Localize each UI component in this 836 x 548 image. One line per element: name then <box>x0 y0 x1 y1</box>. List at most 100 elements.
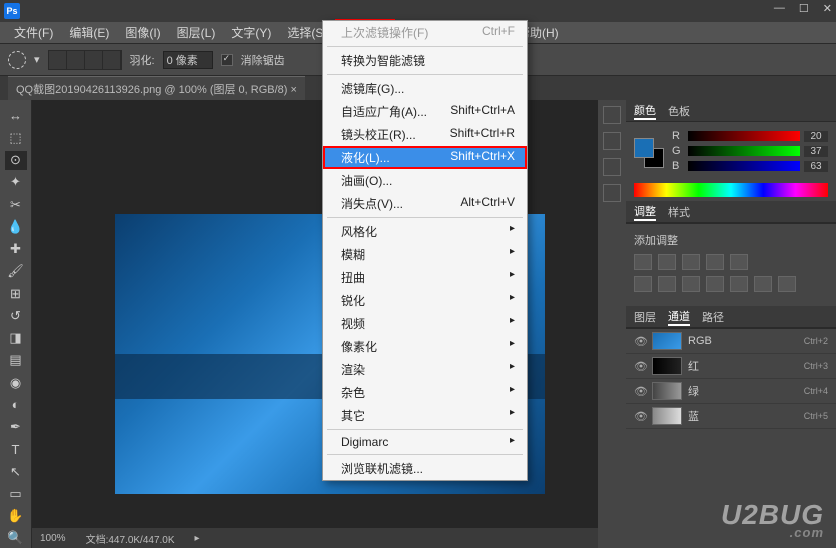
feather-input[interactable] <box>163 51 213 69</box>
tab-swatches[interactable]: 色板 <box>668 103 690 119</box>
menu-distort[interactable]: 扭曲 <box>323 266 527 289</box>
adjust-exposure-icon[interactable] <box>706 254 724 270</box>
stamp-tool[interactable]: ⊞ <box>5 284 27 303</box>
spectrum-bar[interactable] <box>634 183 828 197</box>
menu-text[interactable]: 文字(Y) <box>223 21 279 44</box>
separator <box>327 74 523 75</box>
adjust-poster-icon[interactable] <box>778 276 796 292</box>
menu-smart-filter[interactable]: 转换为智能滤镜 <box>323 49 527 72</box>
menu-liquify[interactable]: 液化(L)...Shift+Ctrl+X <box>323 146 527 169</box>
adjust-mixer-icon[interactable] <box>706 276 724 292</box>
menu-digimarc[interactable]: Digimarc <box>323 432 527 452</box>
tab-color[interactable]: 颜色 <box>634 102 656 120</box>
adjust-invert-icon[interactable] <box>754 276 772 292</box>
menu-layer[interactable]: 图层(L) <box>169 21 224 44</box>
adjust-photo-icon[interactable] <box>682 276 700 292</box>
wand-tool[interactable]: ✦ <box>5 173 27 192</box>
zoom-tool[interactable]: 🔍 <box>5 529 27 548</box>
g-value[interactable]: 37 <box>804 146 828 157</box>
channel-row[interactable]: 👁RGBCtrl+2 <box>626 329 836 354</box>
g-slider[interactable] <box>688 146 800 156</box>
menu-render[interactable]: 渲染 <box>323 358 527 381</box>
tab-adjustments[interactable]: 调整 <box>634 203 656 221</box>
adjust-vibrance-icon[interactable] <box>730 254 748 270</box>
fg-color[interactable] <box>634 138 654 158</box>
blur-tool[interactable]: ◉ <box>5 373 27 392</box>
menu-stylize[interactable]: 风格化 <box>323 220 527 243</box>
zoom-level[interactable]: 100% <box>40 533 66 544</box>
menu-image[interactable]: 图像(I) <box>117 21 168 44</box>
eye-icon[interactable]: 👁 <box>634 410 646 423</box>
close-button[interactable]: ✕ <box>823 2 832 15</box>
menu-browse-online[interactable]: 浏览联机滤镜... <box>323 457 527 480</box>
menu-file[interactable]: 文件(F) <box>6 21 61 44</box>
adjust-brightness-icon[interactable] <box>634 254 652 270</box>
menu-pixelate[interactable]: 像素化 <box>323 335 527 358</box>
antialias-checkbox[interactable] <box>221 54 233 66</box>
minimize-button[interactable]: — <box>774 2 785 15</box>
channel-row[interactable]: 👁绿Ctrl+4 <box>626 379 836 404</box>
menu-adaptive-wide[interactable]: 自适应广角(A)...Shift+Ctrl+A <box>323 100 527 123</box>
r-value[interactable]: 20 <box>804 131 828 142</box>
menu-edit[interactable]: 编辑(E) <box>61 21 117 44</box>
pen-tool[interactable]: ✒ <box>5 418 27 437</box>
b-slider[interactable] <box>688 161 800 171</box>
heal-tool[interactable]: ✚ <box>5 240 27 259</box>
menu-last-filter[interactable]: 上次滤镜操作(F)Ctrl+F <box>323 21 527 44</box>
tab-styles[interactable]: 样式 <box>668 204 690 220</box>
eyedropper-tool[interactable]: 💧 <box>5 217 27 236</box>
type-tool[interactable]: T <box>5 440 27 459</box>
path-tool[interactable]: ↖ <box>5 462 27 481</box>
tab-layers[interactable]: 图层 <box>634 309 656 325</box>
eye-icon[interactable]: 👁 <box>634 360 646 373</box>
lasso-icon[interactable] <box>8 51 26 69</box>
menu-blur[interactable]: 模糊 <box>323 243 527 266</box>
mid-tool-3[interactable] <box>603 158 621 176</box>
crop-tool[interactable]: ✂ <box>5 195 27 214</box>
menu-sharpen[interactable]: 锐化 <box>323 289 527 312</box>
adjust-hue-icon[interactable] <box>634 276 652 292</box>
move-tool[interactable]: ↔ <box>5 106 27 125</box>
adjust-levels-icon[interactable] <box>658 254 676 270</box>
history-brush-tool[interactable]: ↺ <box>5 306 27 325</box>
tab-channels[interactable]: 通道 <box>668 308 690 326</box>
adjust-bw-icon[interactable] <box>658 276 676 292</box>
dropdown-icon[interactable]: ▾ <box>34 53 40 66</box>
menu-filter-gallery[interactable]: 滤镜库(G)... <box>323 77 527 100</box>
channel-row[interactable]: 👁红Ctrl+3 <box>626 354 836 379</box>
tab-paths[interactable]: 路径 <box>702 309 724 325</box>
marquee-tool[interactable]: ⬚ <box>5 128 27 147</box>
selection-mode[interactable] <box>48 50 122 70</box>
eye-icon[interactable]: 👁 <box>634 335 646 348</box>
menu-oil-paint[interactable]: 油画(O)... <box>323 169 527 192</box>
eraser-tool[interactable]: ◨ <box>5 329 27 348</box>
mid-tool-4[interactable] <box>603 184 621 202</box>
layers-panel-tabs: 图层 通道 路径 <box>626 306 836 328</box>
shape-tool[interactable]: ▭ <box>5 484 27 503</box>
r-slider[interactable] <box>688 131 800 141</box>
channel-row[interactable]: 👁蓝Ctrl+5 <box>626 404 836 429</box>
b-value[interactable]: 63 <box>804 161 828 172</box>
status-arrow-icon[interactable]: ▸ <box>195 533 200 544</box>
eye-icon[interactable]: 👁 <box>634 385 646 398</box>
adjust-curves-icon[interactable] <box>682 254 700 270</box>
channel-shortcut: Ctrl+5 <box>804 411 828 421</box>
menu-other[interactable]: 其它 <box>323 404 527 427</box>
hand-tool[interactable]: ✋ <box>5 507 27 526</box>
color-swatch[interactable] <box>634 138 664 168</box>
close-tab-icon[interactable]: × <box>291 84 297 96</box>
menu-vanishing-point[interactable]: 消失点(V)...Alt+Ctrl+V <box>323 192 527 215</box>
lasso-tool[interactable]: ⊙ <box>5 151 27 170</box>
maximize-button[interactable]: ☐ <box>799 2 809 15</box>
mid-tool-1[interactable] <box>603 106 621 124</box>
gradient-tool[interactable]: ▤ <box>5 351 27 370</box>
mid-tool-2[interactable] <box>603 132 621 150</box>
menu-video[interactable]: 视频 <box>323 312 527 335</box>
document-tab[interactable]: QQ截图20190426113926.png @ 100% (图层 0, RGB… <box>8 76 305 101</box>
adjust-lookup-icon[interactable] <box>730 276 748 292</box>
menu-noise[interactable]: 杂色 <box>323 381 527 404</box>
shortcut: Shift+Ctrl+X <box>450 149 515 166</box>
menu-lens-correction[interactable]: 镜头校正(R)...Shift+Ctrl+R <box>323 123 527 146</box>
brush-tool[interactable]: 🖌 <box>5 262 27 281</box>
dodge-tool[interactable]: ◐ <box>5 395 27 414</box>
